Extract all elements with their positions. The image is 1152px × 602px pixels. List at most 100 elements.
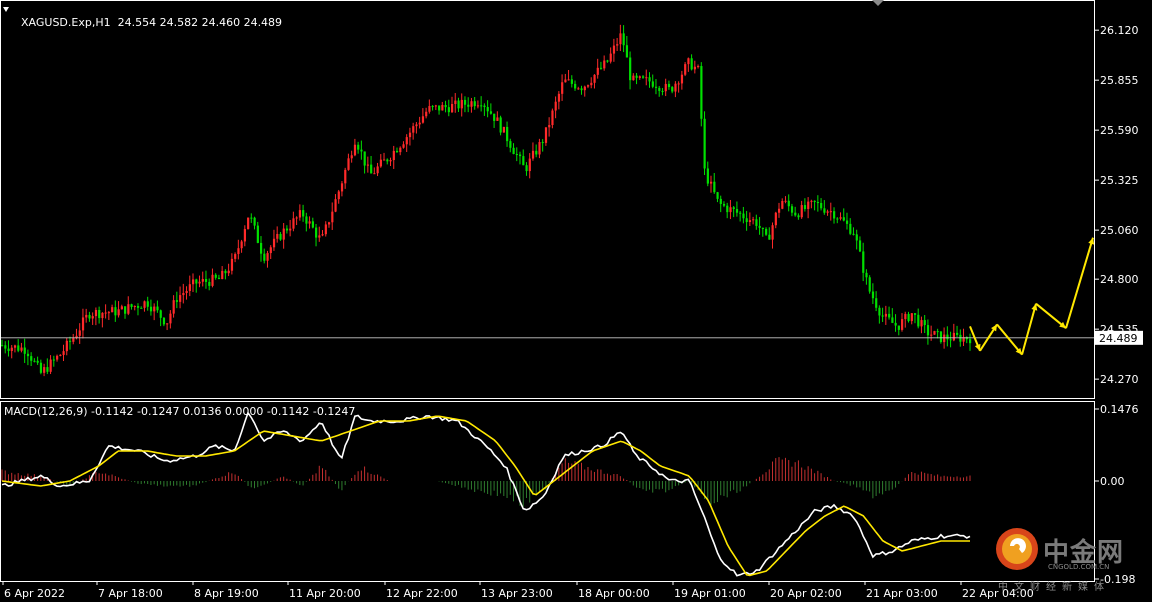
candle-body (408, 132, 412, 138)
candle-body (697, 66, 700, 68)
candle-body (7, 348, 10, 351)
candle-body (881, 315, 884, 317)
candle-body (888, 313, 891, 318)
candle-body (302, 210, 305, 217)
candle-body (884, 313, 888, 317)
candle-body (761, 227, 765, 229)
brand-logo (996, 528, 1038, 570)
candle-body (85, 314, 88, 318)
candle-body (871, 291, 875, 299)
panel-menu-icon[interactable] (3, 7, 9, 12)
candle-body (256, 225, 259, 243)
candle-body (561, 82, 564, 94)
candle-body (606, 60, 609, 62)
candle-body (13, 345, 17, 348)
candle-body (133, 305, 136, 307)
candle-body (969, 339, 972, 344)
candle-body (930, 334, 933, 336)
candle-body (143, 301, 146, 308)
candle-body (619, 33, 622, 45)
candle-body (612, 45, 616, 54)
candle-body (412, 126, 415, 133)
candle-body (438, 105, 441, 111)
candle-body (140, 307, 143, 309)
candle-body (616, 44, 619, 46)
candle-body (551, 110, 554, 126)
candle-body (114, 307, 117, 316)
candle-body (182, 292, 185, 296)
candle-body (842, 217, 845, 221)
candle-body (486, 107, 489, 112)
candle-body (674, 83, 677, 92)
candle-body (124, 306, 127, 314)
candle-body (217, 277, 221, 279)
candle-body (211, 274, 214, 286)
candle-body (285, 228, 289, 231)
candle-body (204, 278, 208, 282)
candle-body (230, 258, 234, 271)
candle-body (512, 147, 515, 155)
candle-body (46, 367, 49, 372)
candle-body (829, 211, 832, 213)
candle-body (324, 224, 327, 235)
candle-body (175, 300, 179, 302)
candle-body (897, 325, 900, 330)
candle-body (418, 122, 421, 125)
candle-body (810, 200, 813, 202)
candle-body (331, 211, 334, 223)
candle-body (470, 101, 473, 107)
candle-body (480, 105, 483, 107)
chart-shift-marker-icon[interactable] (872, 0, 884, 6)
candle-body (136, 305, 140, 308)
candle-body (865, 272, 868, 278)
time-tick-label: 8 Apr 19:00 (194, 587, 259, 600)
candle-body (376, 166, 379, 174)
candle-body (907, 313, 910, 322)
candle-body (603, 60, 606, 69)
candle-body (671, 87, 674, 92)
candle-body (667, 83, 671, 88)
candle-body (289, 228, 292, 231)
macd-panel-border (0, 401, 1095, 582)
candle-body (528, 158, 531, 172)
candle-body (635, 75, 638, 78)
candle-body (952, 332, 956, 341)
candle-body (910, 313, 913, 322)
symbol-header: XAGUSD.Exp,H1 24.554 24.582 24.460 24.48… (14, 3, 282, 29)
candle-body (441, 104, 444, 111)
candle-body (574, 83, 577, 89)
price-tick-label: 24.270 (1100, 373, 1139, 386)
candle-body (457, 100, 460, 109)
candle-body (586, 85, 590, 87)
candle-body (654, 86, 658, 88)
candle-body (849, 223, 852, 234)
candle-body (923, 320, 926, 326)
signal-line (1, 415, 970, 577)
candle-body (43, 367, 46, 373)
candle-body (651, 81, 654, 87)
price-tick-label: 25.325 (1100, 174, 1139, 187)
candle-body (891, 317, 894, 323)
candle-body (146, 301, 149, 307)
candle-body (344, 169, 347, 184)
candle-body (794, 212, 797, 216)
time-tick-label: 12 Apr 22:00 (386, 587, 458, 600)
candle-body (642, 76, 645, 78)
candle-body (583, 86, 586, 91)
candle-body (939, 331, 943, 343)
candle-body (162, 317, 166, 325)
candle-body (797, 215, 800, 218)
candle-body (732, 207, 735, 210)
candles-group (1, 24, 972, 377)
candle-body (10, 347, 13, 351)
candle-body (787, 200, 790, 207)
candle-body (625, 45, 629, 58)
candle-body (421, 116, 425, 123)
candle-body (700, 66, 703, 119)
candle-body (826, 211, 829, 213)
candle-body (402, 144, 405, 148)
candle-body (648, 77, 651, 82)
candle-body (389, 160, 392, 162)
candle-body (192, 279, 195, 285)
candle-body (862, 251, 865, 273)
